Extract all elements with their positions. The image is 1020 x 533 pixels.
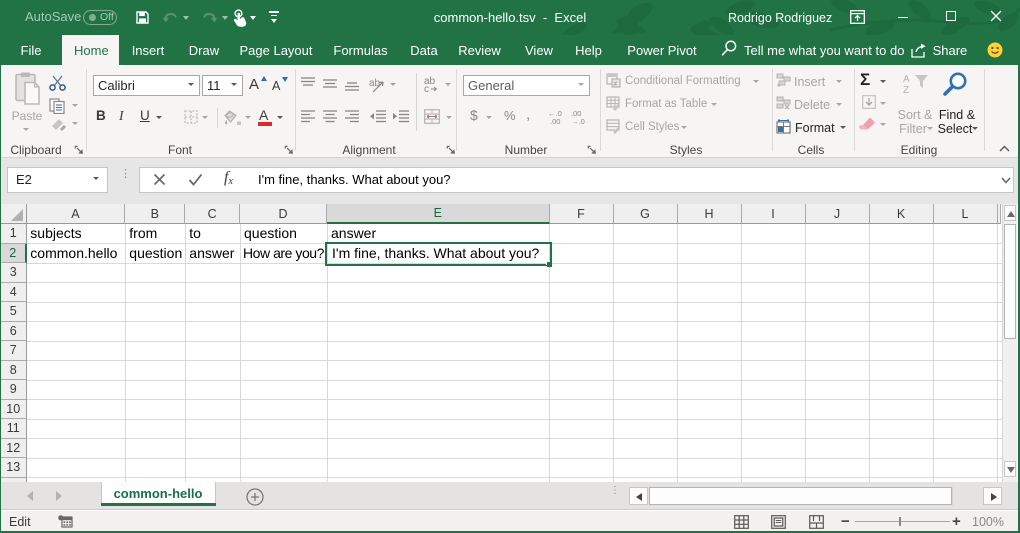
svg-text:≠: ≠: [614, 81, 618, 88]
svg-text:c: c: [424, 84, 429, 93]
svg-text:→.0: →.0: [571, 117, 585, 125]
svg-text:A: A: [903, 74, 910, 85]
svg-text:.00: .00: [550, 117, 560, 125]
svg-text:ab: ab: [369, 78, 381, 89]
svg-text:Z: Z: [903, 85, 909, 95]
